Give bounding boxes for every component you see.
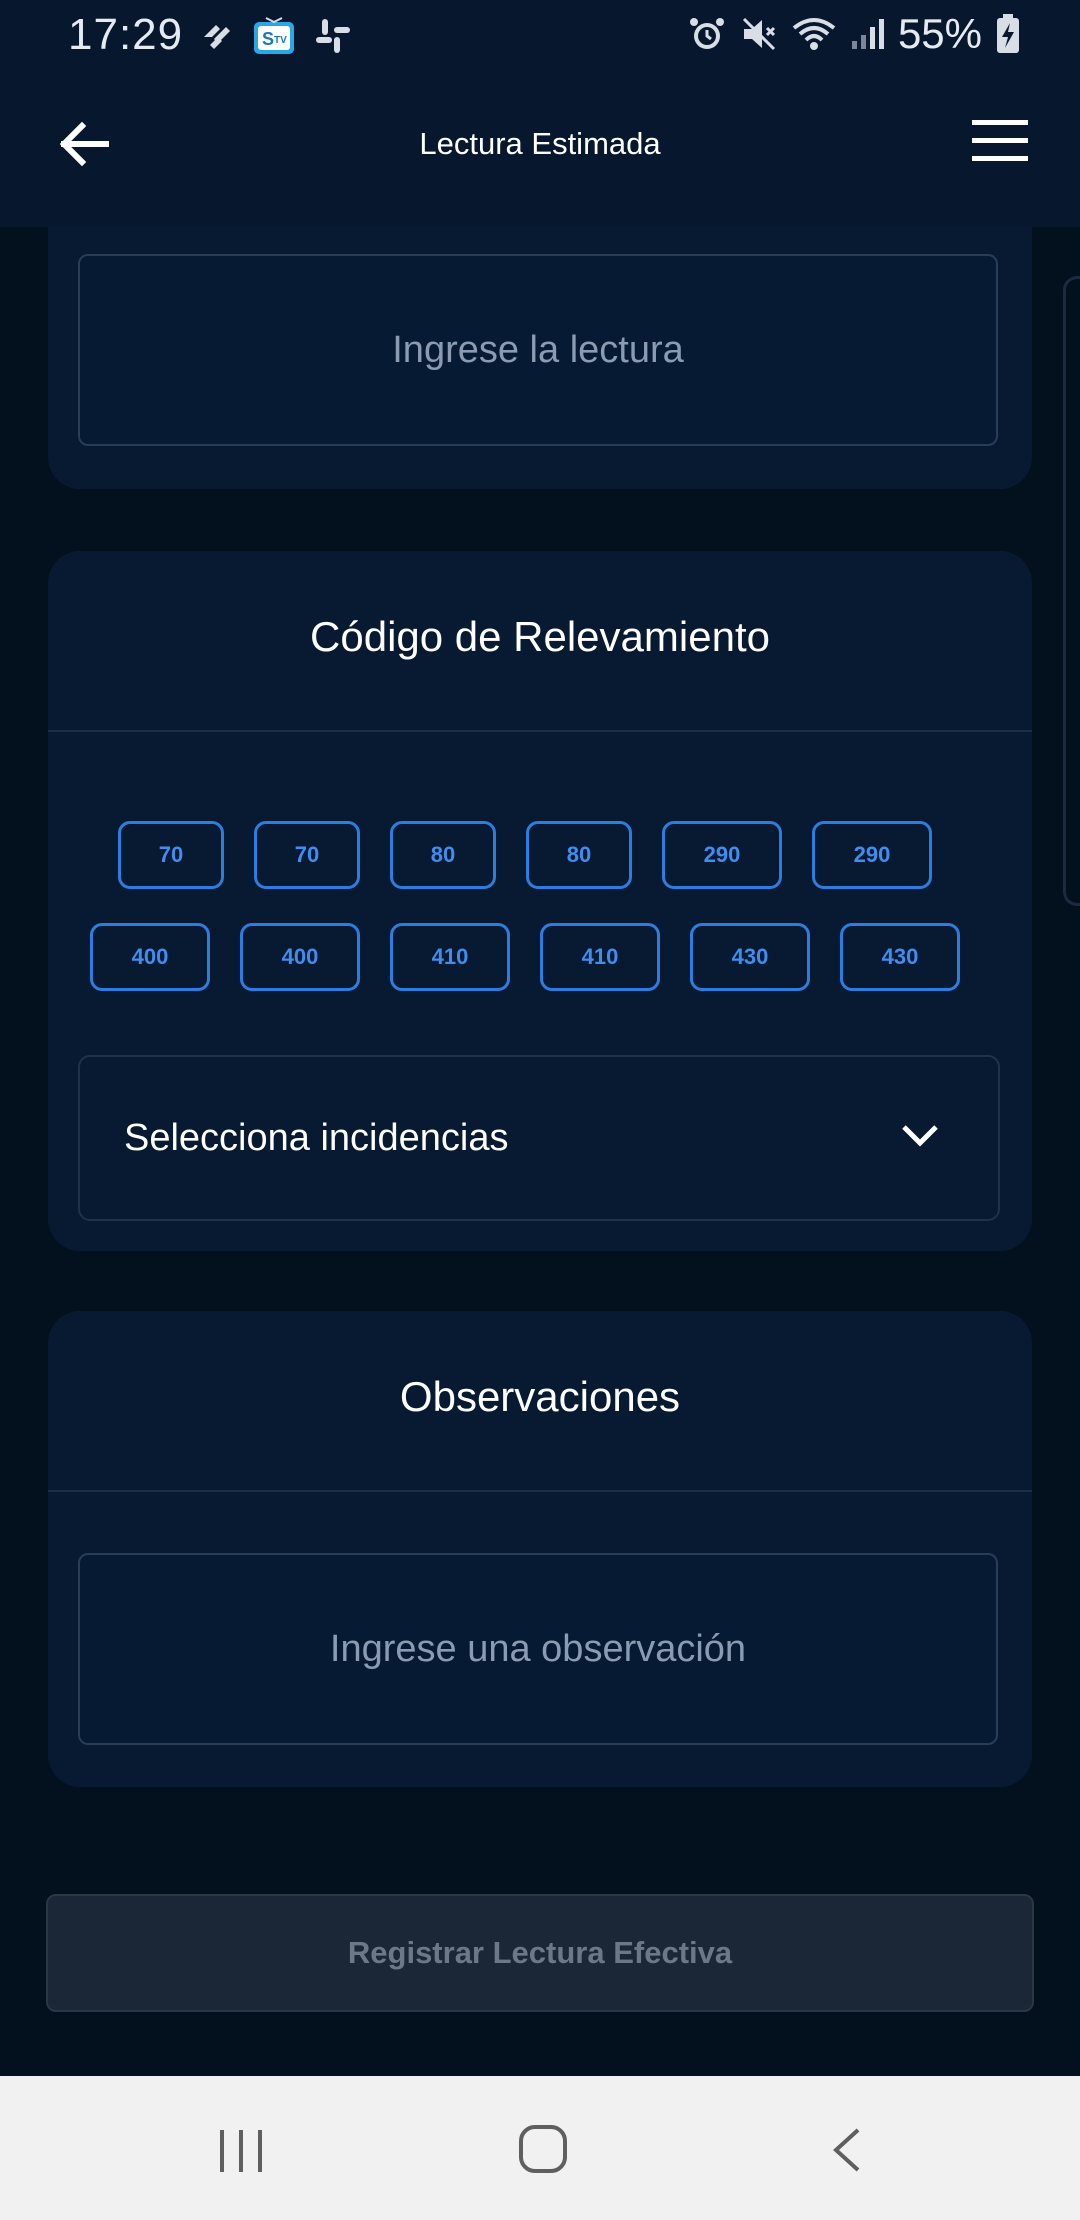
- code-chip[interactable]: 400: [90, 923, 210, 991]
- menu-button[interactable]: [970, 116, 1030, 166]
- incidents-dropdown[interactable]: Selecciona incidencias: [78, 1055, 1000, 1221]
- code-chip[interactable]: 410: [540, 923, 660, 991]
- page-title: Lectura Estimada: [419, 126, 661, 161]
- codes-title: Código de Relevamiento: [310, 613, 770, 660]
- svg-text:S: S: [262, 29, 274, 49]
- svg-text:TV: TV: [274, 35, 287, 46]
- top-bar: 17:29 S TV 55% Lectura Estimada: [0, 0, 1080, 227]
- tv-app-icon: S TV: [252, 16, 296, 56]
- system-back-button[interactable]: [828, 2126, 864, 2174]
- register-reading-button[interactable]: Registrar Lectura Efectiva: [46, 1894, 1034, 2012]
- battery-percent: 55%: [897, 10, 982, 57]
- chevron-down-icon: [900, 1121, 940, 1149]
- chevron-left-icon: [828, 2126, 864, 2174]
- wifi-icon: [792, 16, 836, 52]
- observation-input[interactable]: Ingrese una observación: [78, 1553, 998, 1745]
- hamburger-menu-icon: [970, 116, 1030, 166]
- system-status-icons: 55%: [688, 10, 1020, 58]
- code-chip[interactable]: 410: [390, 923, 510, 991]
- codes-card: Código de Relevamiento 70 70 80 80 290 2…: [48, 551, 1032, 1251]
- code-chip[interactable]: 80: [526, 821, 632, 889]
- code-chip[interactable]: 80: [390, 821, 496, 889]
- recent-apps-icon: [218, 2128, 266, 2174]
- mute-icon: [740, 15, 778, 53]
- observations-card: Observaciones Ingrese una observación: [48, 1311, 1032, 1787]
- reading-input[interactable]: Ingrese la lectura: [78, 254, 998, 446]
- status-bar: 17:29 S TV 55%: [0, 0, 1080, 76]
- signal-icon: [850, 17, 884, 51]
- code-chip[interactable]: 400: [240, 923, 360, 991]
- observations-title: Observaciones: [399, 1373, 681, 1420]
- dropdown-label: Selecciona incidencias: [124, 1117, 509, 1159]
- code-chip[interactable]: 430: [690, 923, 810, 991]
- recent-apps-button[interactable]: [218, 2128, 266, 2174]
- home-icon: [518, 2124, 568, 2174]
- code-chip[interactable]: 430: [840, 923, 960, 991]
- divider: [48, 1490, 1032, 1492]
- slack-icon: [314, 17, 352, 55]
- scroll-indicator: [1063, 276, 1080, 906]
- reading-card: Ingrese la lectura: [48, 227, 1032, 489]
- divider: [48, 730, 1032, 732]
- code-chip[interactable]: 290: [662, 821, 782, 889]
- alarm-icon: [688, 15, 726, 53]
- status-time: 17:29: [68, 10, 184, 59]
- code-chip[interactable]: 70: [118, 821, 224, 889]
- system-nav-bar: [0, 2076, 1080, 2220]
- home-button[interactable]: [518, 2124, 568, 2174]
- notification-icons: S TV: [200, 16, 352, 56]
- code-chip[interactable]: 290: [812, 821, 932, 889]
- code-chip[interactable]: 70: [254, 821, 360, 889]
- app-notification-icon: [200, 19, 234, 53]
- battery-charging-icon: [996, 14, 1020, 54]
- app-header: Lectura Estimada: [0, 76, 1080, 227]
- app-screen: 17:29 S TV 55% Lectura Estimada Ingrese …: [0, 0, 1080, 2220]
